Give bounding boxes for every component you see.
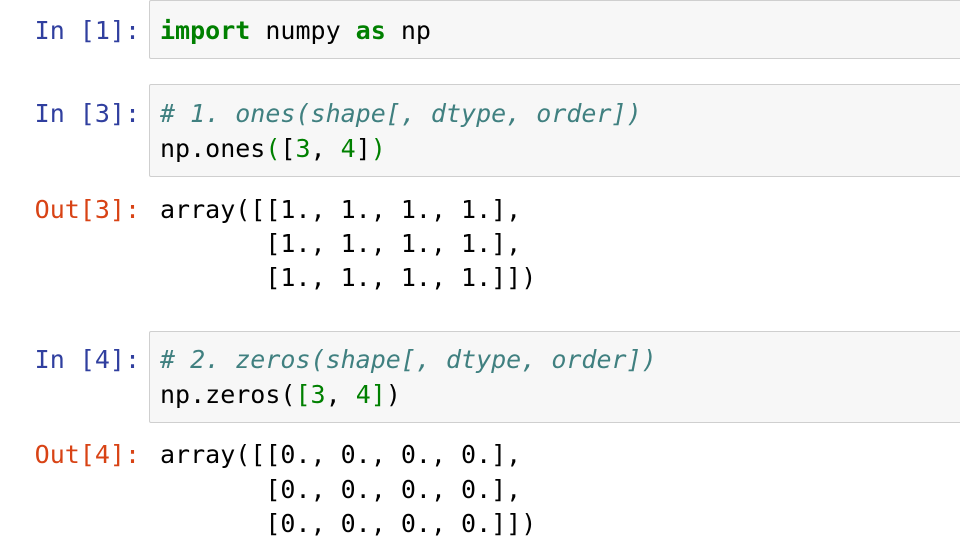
output-line: [1., 1., 1., 1.], bbox=[160, 229, 522, 258]
code-token: as bbox=[355, 16, 386, 45]
output-line: [0., 0., 0., 0.], bbox=[160, 475, 522, 504]
code-line: import numpy as np bbox=[160, 14, 431, 48]
code-token: np.ones bbox=[160, 134, 266, 163]
code-token: [ bbox=[295, 380, 311, 409]
code-line: # 2. zeros(shape[, dtype, order]) bbox=[160, 343, 657, 377]
code-token: ] bbox=[370, 380, 386, 409]
code-token: , bbox=[310, 134, 341, 163]
code-token: import bbox=[160, 16, 251, 45]
output-line: [0., 0., 0., 0.]]) bbox=[160, 509, 537, 538]
code-token: np.zeros( bbox=[160, 380, 296, 409]
code-token: # 1. ones(shape[, dtype, order]) bbox=[160, 99, 642, 128]
code-token: ] bbox=[355, 134, 371, 163]
code-token: 3 bbox=[310, 380, 326, 409]
output-line: array([[0., 0., 0., 0.], bbox=[160, 440, 522, 469]
code-token: np bbox=[385, 16, 431, 45]
code-token: # 2. zeros(shape[, dtype, order]) bbox=[160, 345, 657, 374]
code-token: , bbox=[325, 380, 356, 409]
code-line: np.ones([3, 4]) bbox=[160, 132, 386, 166]
code-token: ) bbox=[370, 134, 386, 163]
input-prompt: In [3]: bbox=[34, 99, 140, 128]
code-line: np.zeros([3, 4]) bbox=[160, 378, 401, 412]
code-token: 4 bbox=[355, 380, 371, 409]
code-token: [ bbox=[280, 134, 296, 163]
output-prompt: Out[3]: bbox=[34, 195, 140, 224]
code-token: 3 bbox=[295, 134, 311, 163]
code-line: # 1. ones(shape[, dtype, order]) bbox=[160, 97, 642, 131]
input-prompt: In [1]: bbox=[34, 16, 140, 45]
output-prompt: Out[4]: bbox=[34, 440, 140, 469]
code-token: numpy bbox=[250, 16, 356, 45]
output-line: array([[1., 1., 1., 1.], bbox=[160, 195, 522, 224]
input-prompt: In [4]: bbox=[34, 345, 140, 374]
code-token: ( bbox=[265, 134, 281, 163]
code-token: 4 bbox=[340, 134, 356, 163]
code-token: ) bbox=[385, 380, 401, 409]
output-line: [1., 1., 1., 1.]]) bbox=[160, 263, 537, 292]
